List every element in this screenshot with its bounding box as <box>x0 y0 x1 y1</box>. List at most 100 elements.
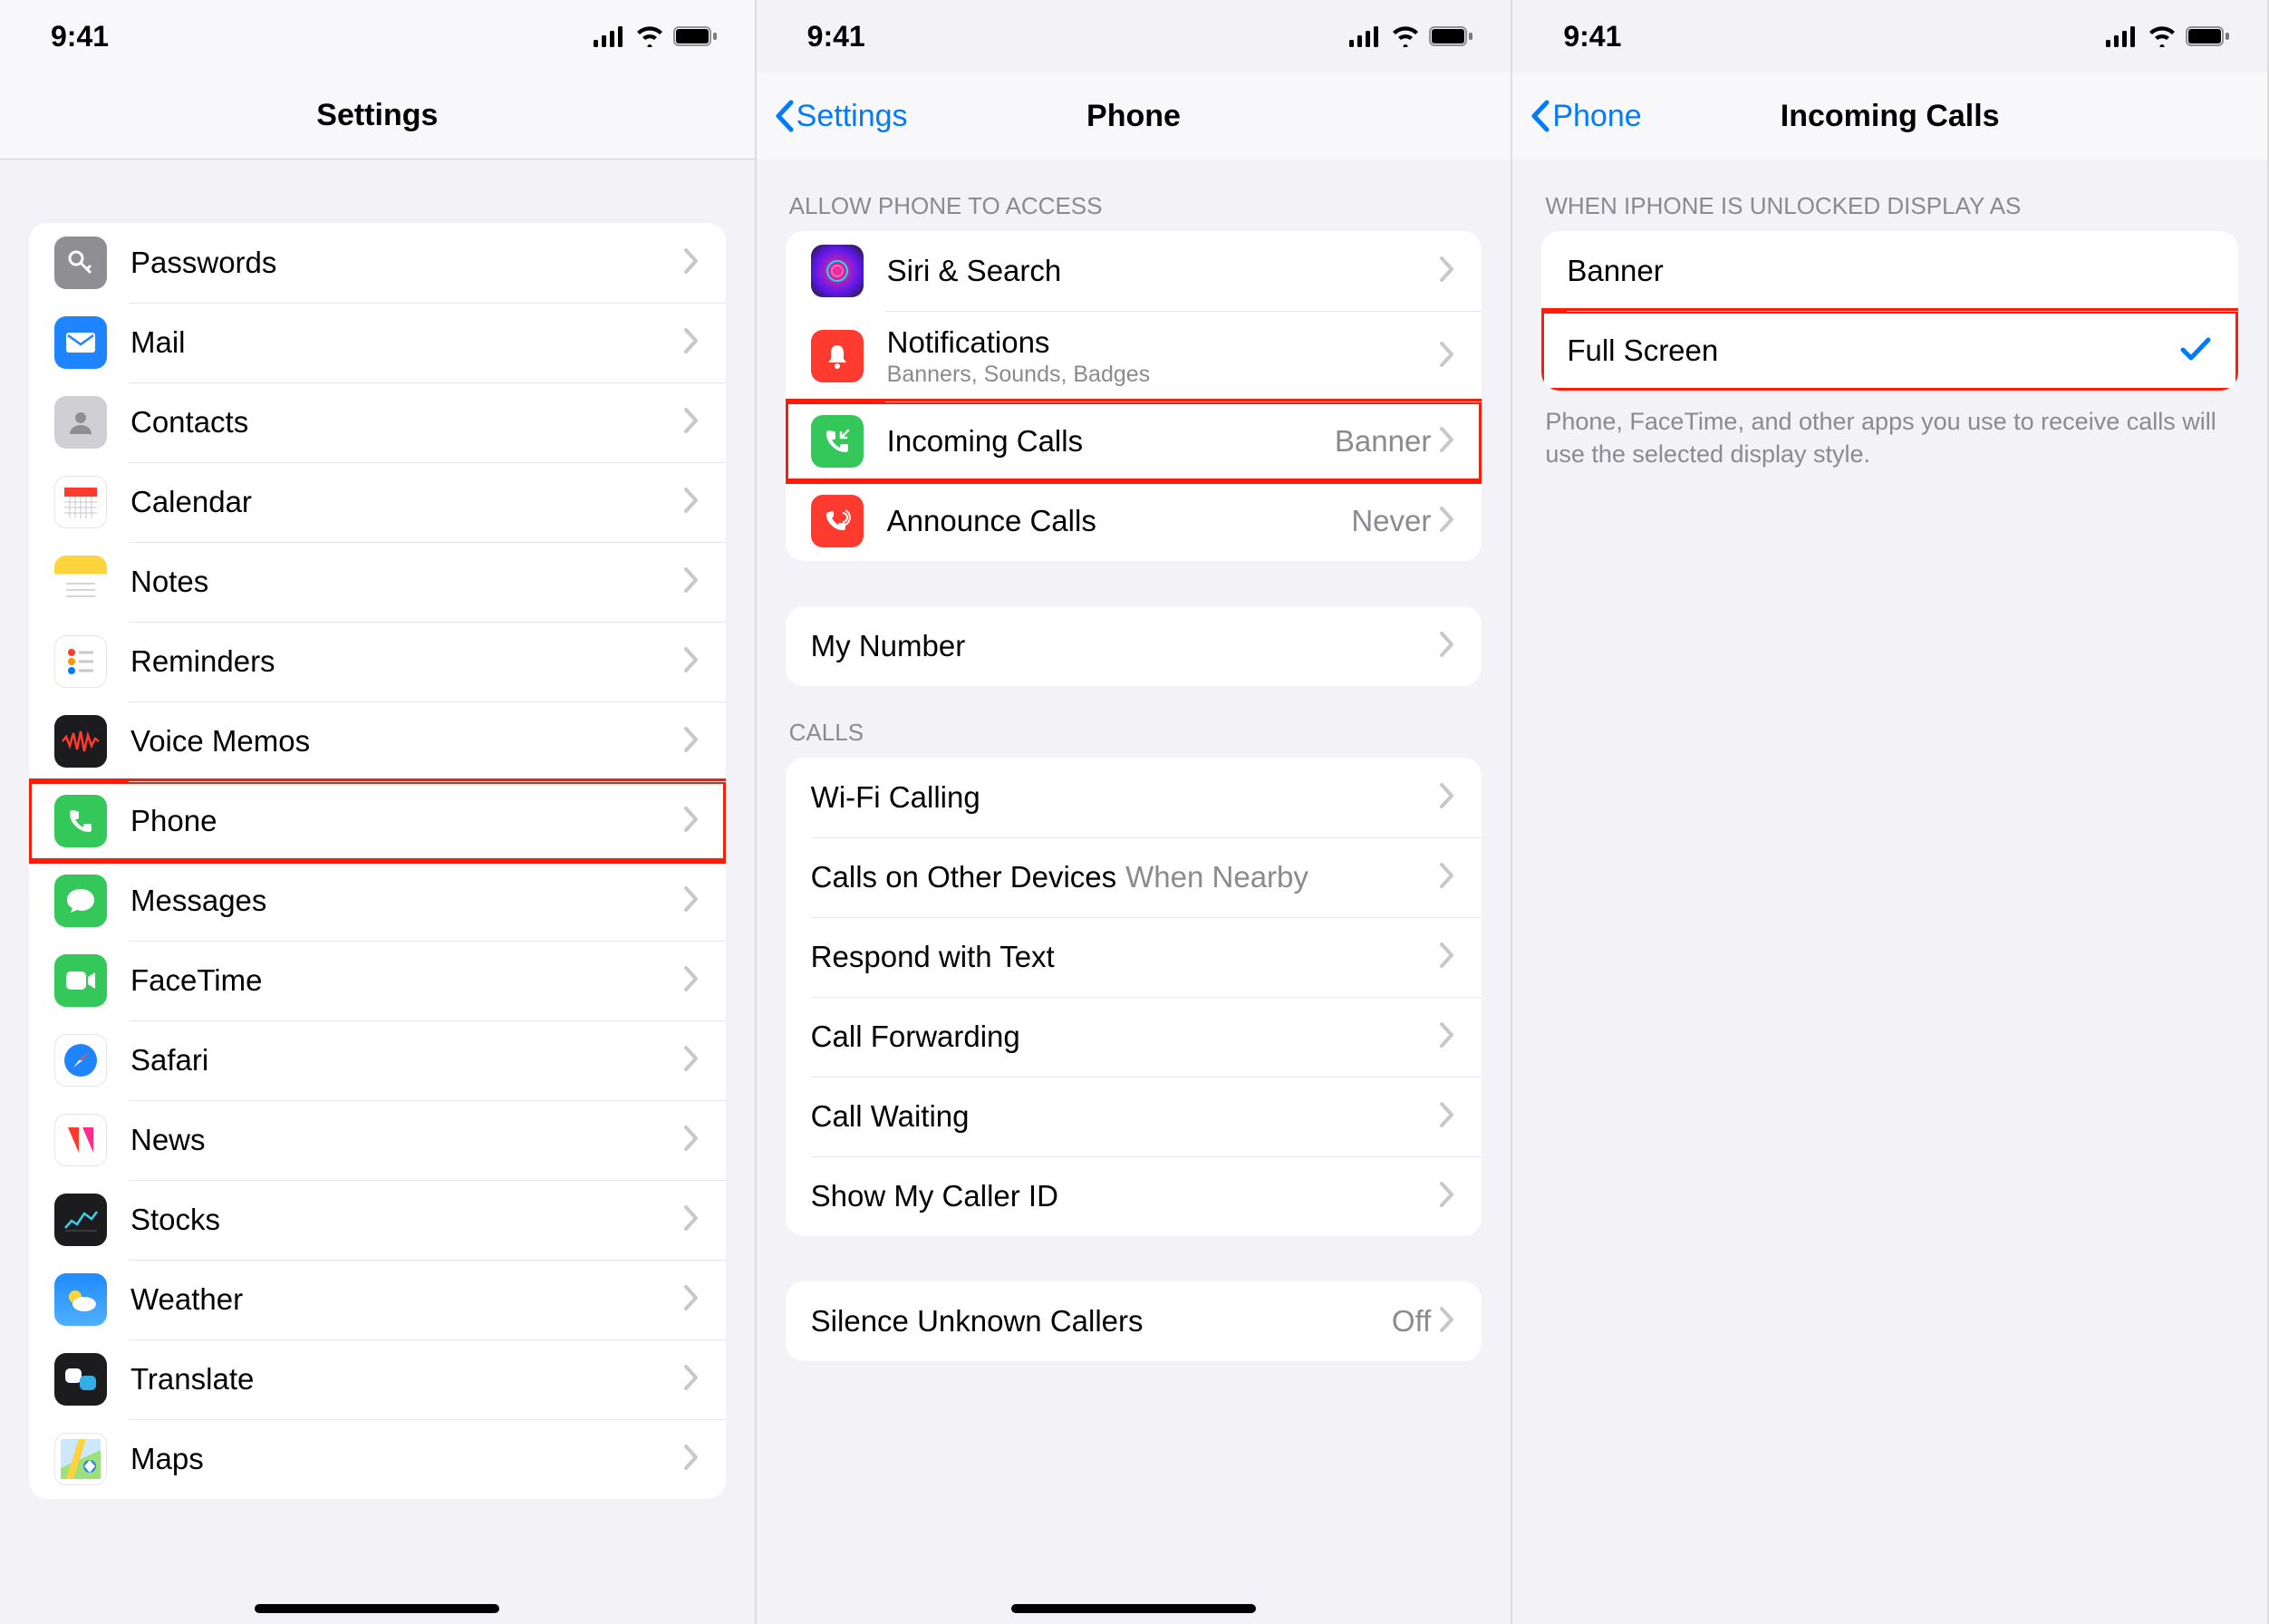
cellular-icon <box>2106 25 2139 47</box>
chevron-icon <box>1440 632 1454 662</box>
settings-list: Passwords Mail Contacts Calendar Notes <box>29 223 726 1499</box>
calendar-icon <box>54 476 107 528</box>
chevron-icon <box>684 966 699 996</box>
maps-icon <box>54 1433 107 1485</box>
back-button[interactable]: Phone <box>1529 99 1641 134</box>
row-sublabel: Banners, Sounds, Badges <box>887 362 1441 388</box>
row-label: My Number <box>811 629 1441 663</box>
row-stocks[interactable]: Stocks <box>29 1180 726 1260</box>
voicememo-icon <box>54 715 107 768</box>
row-label: Voice Memos <box>130 724 684 759</box>
row-maps[interactable]: Maps <box>29 1419 726 1499</box>
row-label: Stocks <box>130 1203 684 1237</box>
row-label: Call Forwarding <box>811 1020 1441 1054</box>
nav-title: Incoming Calls <box>1781 99 2000 134</box>
chevron-icon <box>684 1046 699 1076</box>
row-call-forwarding[interactable]: Call Forwarding <box>786 997 1482 1077</box>
status-time: 9:41 <box>1563 20 1621 53</box>
chevron-icon <box>684 807 699 836</box>
status-icons <box>2106 25 2231 47</box>
chevron-icon <box>684 1285 699 1315</box>
back-label: Phone <box>1552 99 1641 134</box>
row-label: Respond with Text <box>811 940 1441 974</box>
option-label: Banner <box>1567 254 2211 288</box>
back-label: Settings <box>797 99 908 134</box>
nav-bar: Settings <box>0 72 755 160</box>
chevron-icon <box>1440 1182 1454 1212</box>
back-button[interactable]: Settings <box>773 99 908 134</box>
news-icon <box>54 1114 107 1166</box>
chevron-icon <box>684 1365 699 1395</box>
row-label: Maps <box>130 1442 684 1476</box>
row-notifications[interactable]: Notifications Banners, Sounds, Badges <box>786 311 1482 401</box>
row-label: FaceTime <box>130 963 684 998</box>
nav-title: Phone <box>1086 99 1181 134</box>
row-calls-other-devices[interactable]: Calls on Other Devices When Nearby <box>786 837 1482 917</box>
mail-icon <box>54 316 107 369</box>
chevron-left-icon <box>1529 100 1550 132</box>
row-messages[interactable]: Messages <box>29 861 726 941</box>
chevron-icon <box>1440 1102 1454 1132</box>
row-reminders[interactable]: Reminders <box>29 622 726 701</box>
announce-icon <box>811 495 864 547</box>
row-call-waiting[interactable]: Call Waiting <box>786 1077 1482 1156</box>
row-label: Contacts <box>130 405 684 440</box>
row-announce-calls[interactable]: Announce Calls Never <box>786 481 1482 561</box>
row-passwords[interactable]: Passwords <box>29 223 726 303</box>
row-weather[interactable]: Weather <box>29 1260 726 1339</box>
chevron-icon <box>1440 342 1454 372</box>
chevron-icon <box>1440 942 1454 972</box>
row-label: Incoming Calls <box>887 424 1335 459</box>
row-label: Reminders <box>130 644 684 679</box>
row-wifi-calling[interactable]: Wi-Fi Calling <box>786 758 1482 837</box>
nav-bar: Settings Phone <box>757 72 1511 160</box>
row-silence-unknown[interactable]: Silence Unknown Callers Off <box>786 1281 1482 1361</box>
row-show-caller-id[interactable]: Show My Caller ID <box>786 1156 1482 1236</box>
facetime-icon <box>54 954 107 1007</box>
row-siri-search[interactable]: Siri & Search <box>786 231 1482 311</box>
row-voice-memos[interactable]: Voice Memos <box>29 701 726 781</box>
row-label: Passwords <box>130 246 684 280</box>
chevron-icon <box>684 727 699 757</box>
row-translate[interactable]: Translate <box>29 1339 726 1419</box>
cellular-icon <box>1349 25 1382 47</box>
row-notes[interactable]: Notes <box>29 542 726 622</box>
row-facetime[interactable]: FaceTime <box>29 941 726 1020</box>
bell-icon <box>811 330 864 382</box>
battery-icon <box>2186 25 2231 47</box>
row-label: Notifications <box>887 325 1441 360</box>
row-news[interactable]: News <box>29 1100 726 1180</box>
row-label: Mail <box>130 325 684 360</box>
footer-text: Phone, FaceTime, and other apps you use … <box>1512 391 2267 471</box>
row-contacts[interactable]: Contacts <box>29 382 726 462</box>
incoming-call-icon <box>811 415 864 468</box>
row-label: News <box>130 1123 684 1157</box>
row-incoming-calls[interactable]: Incoming Calls Banner <box>786 401 1482 481</box>
row-label: Silence Unknown Callers <box>811 1304 1392 1339</box>
cellular-icon <box>594 25 626 47</box>
row-respond-with-text[interactable]: Respond with Text <box>786 917 1482 997</box>
home-indicator <box>1011 1604 1256 1613</box>
row-safari[interactable]: Safari <box>29 1020 726 1100</box>
chevron-icon <box>684 886 699 916</box>
status-bar: 9:41 <box>0 0 755 72</box>
row-phone[interactable]: Phone <box>29 781 726 861</box>
chevron-icon <box>684 408 699 438</box>
wifi-icon <box>2148 25 2177 47</box>
row-calendar[interactable]: Calendar <box>29 462 726 542</box>
chevron-icon <box>1440 1307 1454 1337</box>
chevron-icon <box>1440 863 1454 893</box>
option-banner[interactable]: Banner <box>1541 231 2238 311</box>
row-label: Safari <box>130 1043 684 1078</box>
row-mail[interactable]: Mail <box>29 303 726 382</box>
row-label: Messages <box>130 884 684 918</box>
stocks-icon <box>54 1194 107 1246</box>
row-value: Off <box>1392 1304 1431 1339</box>
chevron-icon <box>1440 507 1454 536</box>
notes-icon <box>54 556 107 608</box>
chevron-icon <box>684 1126 699 1155</box>
display-options-list: Banner Full Screen <box>1541 231 2238 391</box>
option-full-screen[interactable]: Full Screen <box>1541 311 2238 391</box>
wifi-icon <box>635 25 664 47</box>
row-my-number[interactable]: My Number <box>786 606 1482 686</box>
